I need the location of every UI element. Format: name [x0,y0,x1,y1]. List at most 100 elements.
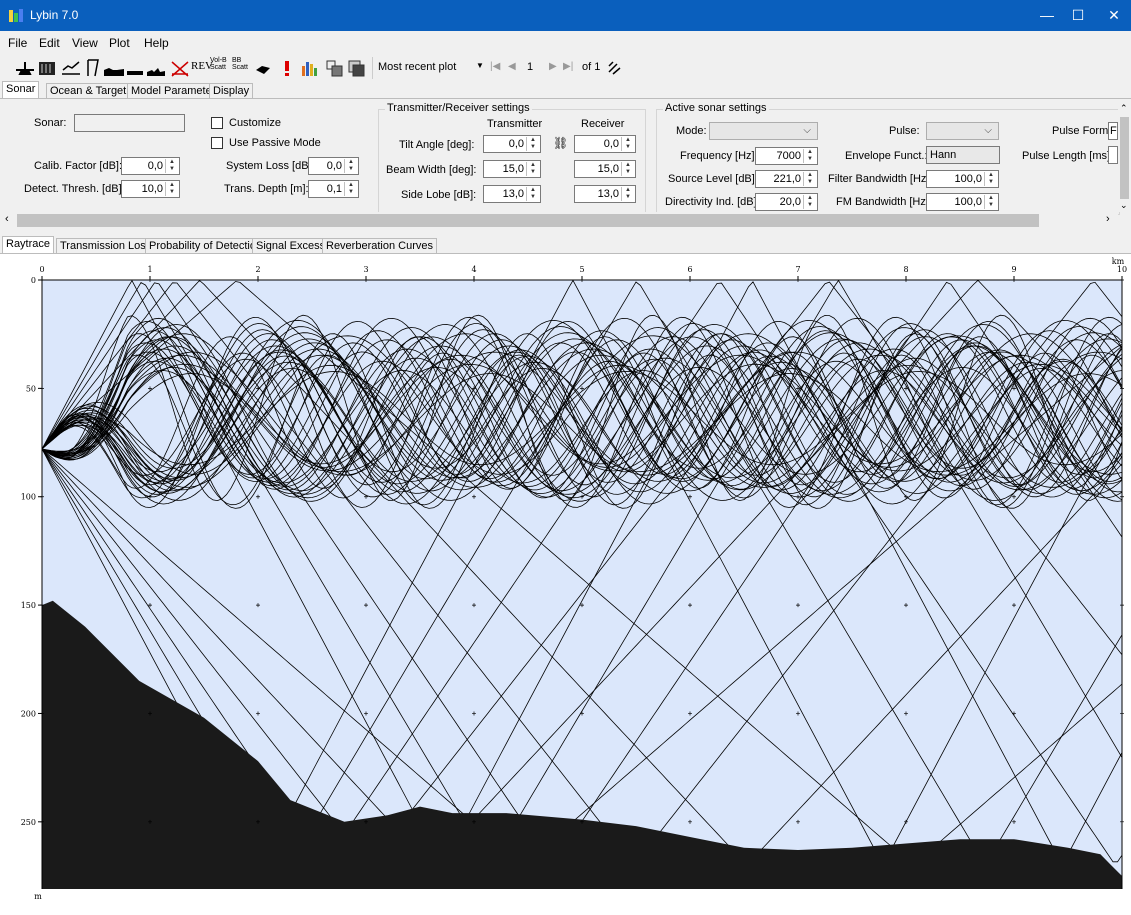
first-page-icon[interactable]: |◀ [490,61,500,81]
mode-label: Mode: [676,125,707,137]
spin-icon: ▲ ▼ [984,195,997,209]
sonar-icon[interactable] [14,58,36,78]
x-tick-label: 6 [687,265,692,274]
vscroll-thumb[interactable] [1120,117,1129,199]
settings-hscroll[interactable]: ‹ › [0,212,1118,229]
sonar-field[interactable] [74,114,185,132]
tilt-rx-field[interactable]: 0,0 ▲ ▼ [574,135,636,153]
detect-field[interactable]: 10,0 ▲ ▼ [121,180,180,198]
spin-icon: ▲ ▼ [621,162,634,176]
passive-mode-checkbox[interactable] [211,137,223,149]
page-number[interactable]: 1 [527,61,533,81]
raytrace-chart[interactable]: 0 1 2 3 4 5 6 7 8 9 10050100150200250kmm [0,254,1131,909]
passive-mode-label: Use Passive Mode [229,137,321,149]
tab-display[interactable]: Display [209,83,254,99]
detect-label: Detect. Thresh. [dB]: [24,183,125,195]
prev-page-icon[interactable]: ◀ [508,61,516,81]
x-tick-label: 10 [1117,265,1127,274]
filter-bandwidth-field[interactable]: 100,0 ▲ ▼ [926,170,999,188]
x-tick-label: 1 [147,265,152,274]
side-tx-field[interactable]: 13,0 ▲ ▼ [483,185,541,203]
side-rx-field[interactable]: 13,0 ▲ ▼ [574,185,636,203]
plot-select-arrow-icon[interactable]: ▼ [476,61,484,81]
spin-icon: ▲ ▼ [526,162,539,176]
warning-icon[interactable] [282,58,292,78]
database-icon[interactable] [37,58,57,78]
mode-select[interactable]: ⌵ [709,122,818,140]
hscroll-thumb[interactable] [17,214,1039,227]
last-page-icon[interactable]: ▶| [563,61,573,81]
trans-depth-label: Trans. Depth [m]: [224,183,309,195]
tab-signal-excess[interactable]: Signal Excess [252,238,330,254]
sonar-label: Sonar: [34,117,67,129]
side-lobe-label: Side Lobe [dB]: [401,189,477,201]
target-icon[interactable] [254,58,272,78]
menu-plot[interactable]: Plot [109,36,130,50]
settings-vscroll[interactable]: ⌃ ⌄ [1118,100,1131,212]
frequency-field[interactable]: 7000 ▲ ▼ [755,147,818,165]
tab-ocean-target[interactable]: Ocean & Target [46,83,131,99]
beam-rx-field[interactable]: 15,0 ▲ ▼ [574,160,636,178]
window-tile-icon[interactable] [326,58,344,78]
sonar-panel: Sonar: Calib. Factor [dB]: 0,0 ▲ ▼ Detect.… [0,98,1131,229]
spin-icon: ▲ ▼ [803,172,816,186]
directivity-field[interactable]: 20,0 ▲ ▼ [755,193,818,211]
directivity-label: Directivity Ind. [dB]: [665,196,760,208]
next-page-icon[interactable]: ▶ [549,61,557,81]
chevron-down-icon: ⌵ [984,125,992,136]
animate-icon[interactable] [606,58,624,78]
tilt-tx-field[interactable]: 0,0 ▲ ▼ [483,135,541,153]
chart-icon[interactable] [300,58,318,78]
txrx-group-title: Transmitter/Receiver settings [385,102,532,114]
tab-raytrace[interactable]: Raytrace [2,236,55,254]
customize-checkbox[interactable] [211,117,223,129]
menu-help[interactable]: Help [144,36,169,50]
x-tick-label: 7 [795,265,800,274]
spin-icon: ▲ ▼ [344,159,357,173]
customize-label: Customize [229,117,281,129]
envelope-field[interactable]: Hann [926,146,1000,164]
window-cascade-icon[interactable] [348,58,366,78]
trans-depth-field[interactable]: 0,1 ▲ ▼ [308,180,359,198]
fm-bandwidth-label: FM Bandwidth [Hz]: [836,196,932,208]
receiver-column: Receiver [581,118,625,130]
tab-reverberation-curves[interactable]: Reverberation Curves [322,238,437,254]
active-group-title: Active sonar settings [663,102,769,114]
menu-view[interactable]: View [72,36,98,50]
pulse-form-label: Pulse Form: [1052,125,1112,137]
tab-probability-detection[interactable]: Probability of Detection [145,238,267,254]
fm-bandwidth-field[interactable]: 100,0 ▲ ▼ [926,193,999,211]
bottom-flat-icon[interactable] [126,58,144,78]
calib-field[interactable]: 0,0 ▲ ▼ [121,157,180,175]
system-loss-field[interactable]: 0,0 ▲ ▼ [308,157,359,175]
y-tick-label: 250 [21,818,36,827]
vol-scatt-button[interactable]: Vol-B Scatt [210,57,227,77]
sound-speed-icon[interactable] [60,58,82,78]
pulse-length-field[interactable] [1108,146,1118,164]
beam-tx-field[interactable]: 15,0 ▲ ▼ [483,160,541,178]
y-tick-label: 100 [21,493,36,502]
spin-icon: ▲ ▼ [803,195,816,209]
bb-scatt-button[interactable]: BB Scatt [232,57,248,77]
scroll-left-icon: ‹ [5,213,9,225]
menu-file[interactable]: File [8,36,27,50]
plot-select[interactable]: Most recent plot [378,61,456,81]
spin-icon: ▲ ▼ [621,187,634,201]
pulse-length-label: Pulse Length [ms]: [1022,150,1114,162]
spin-icon: ▲ ▼ [165,182,178,196]
wave-icon[interactable] [170,58,190,78]
link-icon[interactable]: ⛓ [553,136,568,150]
source-level-field[interactable]: 221,0 ▲ ▼ [755,170,818,188]
pulse-form-field[interactable]: F [1108,122,1118,140]
spin-icon: ▲ ▼ [526,187,539,201]
scroll-up-icon: ⌃ [1120,103,1128,113]
pulse-select[interactable]: ⌵ [926,122,999,140]
tab-transmission-loss[interactable]: Transmission Loss [56,238,156,254]
bottom-profile-icon[interactable] [103,58,125,78]
close-button[interactable]: ✕ [1091,0,1131,31]
profile-icon[interactable] [85,58,101,78]
x-tick-label: 9 [1011,265,1016,274]
bottom-type-icon[interactable] [146,58,166,78]
menu-edit[interactable]: Edit [39,36,60,50]
tilt-label: Tilt Angle [deg]: [399,139,475,151]
